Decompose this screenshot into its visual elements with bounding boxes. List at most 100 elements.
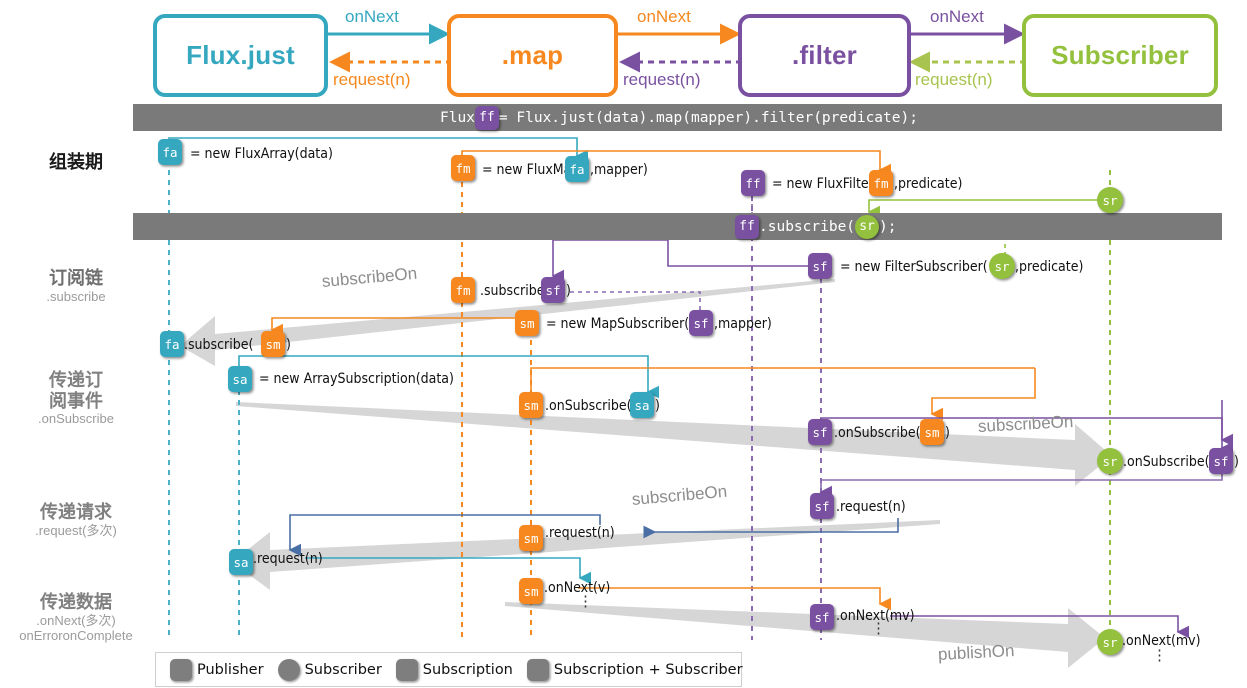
token-sf-1[interactable]: sf — [808, 253, 832, 279]
token-sr-2[interactable]: sr — [1097, 448, 1123, 474]
token-ff-inline: ff — [474, 105, 499, 130]
stmt-sm-onsubscribe-b: ) — [655, 398, 660, 414]
stmt-sr-onsubscribe-a: .onSubscribe( — [1123, 454, 1210, 470]
band-label-publishon: publishOn — [937, 641, 1015, 664]
arrow-label-request-1: request(n) — [333, 70, 411, 89]
pipeline-box-label: .filter — [792, 40, 857, 70]
ellipsis-2: ⋮ — [871, 620, 886, 637]
pipeline-arrows — [320, 23, 1026, 73]
token-sm-3[interactable]: sm — [519, 525, 543, 551]
legend-swatch-square-subscription — [395, 658, 418, 681]
token-sa-1[interactable]: sa — [228, 366, 252, 392]
pipeline-box-label: Subscriber — [1051, 40, 1189, 70]
token-sr-arg[interactable]: sr — [989, 253, 1015, 279]
pipeline-box-map[interactable]: .map — [447, 14, 618, 97]
arrow-label-request-3: request(n) — [915, 70, 993, 89]
legend-item-subscription-subscriber: Subscription + Subscriber — [526, 658, 743, 681]
token-ff-1[interactable]: ff — [741, 170, 765, 196]
stmt-sa-new: = new ArraySubscription(data) — [259, 371, 454, 387]
diagram-canvas: Flux.just .map .filter Subscriber onNext… — [0, 0, 1247, 688]
row-label-subscribe-chain-cn: 订阅链 — [49, 268, 103, 288]
stmt-fm-new-b: ,mapper) — [590, 162, 648, 178]
stmt-sf-new-a: = new FilterSubscriber( — [840, 259, 988, 275]
code-bar-assembly: Flux ff = Flux.just(data).map(mapper).fi… — [133, 104, 1222, 131]
row-label-request-cn: 传递请求 — [40, 502, 112, 522]
stmt-sf-request: .request(n) — [836, 499, 906, 515]
legend-swatch-square-publisher — [170, 658, 192, 681]
pipeline-box-filter[interactable]: .filter — [738, 14, 911, 97]
token-ff-inline-2: ff — [735, 214, 759, 239]
legend-item-publisher: Publisher — [170, 658, 264, 681]
legend-item-subscription: Subscription — [395, 658, 513, 681]
stmt-sr-onsubscribe-b: ) — [1234, 454, 1239, 470]
legend-item-subscriber: Subscriber — [277, 658, 382, 681]
token-sm-arg-2[interactable]: sm — [920, 419, 944, 445]
token-sf-4[interactable]: sf — [810, 604, 834, 630]
token-fm-arg[interactable]: fm — [869, 170, 893, 196]
pipeline-box-subscriber[interactable]: Subscriber — [1022, 14, 1218, 97]
token-sm-1[interactable]: sm — [515, 310, 539, 336]
token-sr-3[interactable]: sr — [1097, 629, 1123, 655]
legend-label-subscriber: Subscriber — [304, 661, 382, 678]
legend-label-subscription-subscriber: Subscription + Subscriber — [553, 661, 743, 678]
token-fa-1[interactable]: fa — [158, 139, 182, 165]
token-sm-2[interactable]: sm — [519, 392, 543, 418]
stmt-fm-subscribe-a: .subscribe( — [480, 283, 550, 299]
row-label-request-en: .request(多次) — [35, 522, 117, 538]
row-label-data-cn: 传递数据 — [40, 592, 112, 612]
row-label-data-en-2: onErroronComplete — [19, 628, 133, 644]
stmt-sm-new-a: = new MapSubscriber( — [546, 316, 690, 332]
arrow-label-onnext-2: onNext — [637, 7, 691, 26]
token-sm-arg-1[interactable]: sm — [261, 331, 285, 357]
legend-swatch-circle-subscriber — [277, 658, 300, 681]
code-bar-post: = Flux.just(data).map(mapper).filter(pre… — [498, 109, 918, 126]
ellipsis-1: ⋮ — [578, 593, 593, 610]
stmt-sm-onsubscribe-a: .onSubscribe( — [545, 398, 632, 414]
token-sf-arg-1[interactable]: sf — [541, 277, 565, 303]
token-sf-3[interactable]: sf — [810, 493, 834, 519]
token-sa-2[interactable]: sa — [229, 549, 253, 575]
token-sf-arg-3[interactable]: sf — [1209, 448, 1233, 474]
code-bar-subscribe: ff .subscribe( sr ); — [133, 213, 1222, 240]
token-sf-2[interactable]: sf — [808, 419, 832, 445]
row-label-data-en-1: .onNext(多次) — [36, 612, 116, 628]
stmt-fa-subscribe-b: ) — [286, 337, 291, 353]
token-fa-2[interactable]: fa — [160, 331, 184, 357]
row-label-assembly: 组装期 — [0, 152, 152, 173]
stmt-ff-new-b: ,predicate) — [894, 176, 963, 192]
token-sm-4[interactable]: sm — [519, 578, 543, 604]
token-sa-arg-1[interactable]: sa — [630, 392, 654, 418]
row-label-onsubscribe-cn-1: 传递订 — [49, 370, 103, 390]
legend-label-subscription: Subscription — [422, 661, 513, 678]
arrow-label-request-2: request(n) — [623, 70, 701, 89]
code-bar-post2: ); — [879, 218, 897, 235]
stmt-fa-new: = new FluxArray(data) — [190, 146, 333, 162]
token-fa-arg[interactable]: fa — [565, 156, 589, 182]
request-connectors — [288, 470, 1223, 585]
token-fm-2[interactable]: fm — [451, 277, 475, 303]
ellipsis-3: ⋮ — [1152, 647, 1167, 664]
arrow-label-onnext-1: onNext — [345, 7, 399, 26]
stmt-ff-new-a: = new FluxFilter( — [772, 176, 879, 192]
legend-label-publisher: Publisher — [197, 661, 264, 678]
arrow-label-onnext-3: onNext — [930, 7, 984, 26]
row-label-onsubscribe-en: .onSubscribe — [38, 411, 114, 427]
stmt-sm-request: .request(n) — [545, 525, 615, 541]
row-label-data: 传递数据 .onNext(多次) onErroronComplete — [0, 592, 152, 644]
token-sr-1[interactable]: sr — [1097, 187, 1123, 213]
pipeline-box-label: Flux.just — [186, 40, 295, 70]
row-label-onsubscribe-cn-2: 阅事件 — [49, 390, 103, 411]
legend: Publisher Subscriber Subscription Subscr… — [155, 652, 743, 687]
pipeline-box-flux-just[interactable]: Flux.just — [153, 14, 328, 97]
token-fm-1[interactable]: fm — [451, 155, 475, 181]
pipeline-box-label: .map — [501, 40, 564, 70]
token-sf-arg-2[interactable]: sf — [689, 310, 713, 336]
row-label-assembly-cn: 组装期 — [49, 152, 103, 172]
stmt-fa-subscribe-a: .subscribe( — [184, 337, 254, 353]
stmt-sf-onsubscribe-a: .onSubscribe( — [834, 425, 921, 441]
row-label-onsubscribe: 传递订 阅事件 .onSubscribe — [0, 370, 152, 427]
token-sr-inline: sr — [855, 214, 880, 239]
stmt-fm-subscribe-b: ) — [566, 283, 571, 299]
code-bar-pre: Flux — [440, 109, 475, 126]
row-label-subscribe-chain-en: .subscribe — [46, 288, 106, 304]
